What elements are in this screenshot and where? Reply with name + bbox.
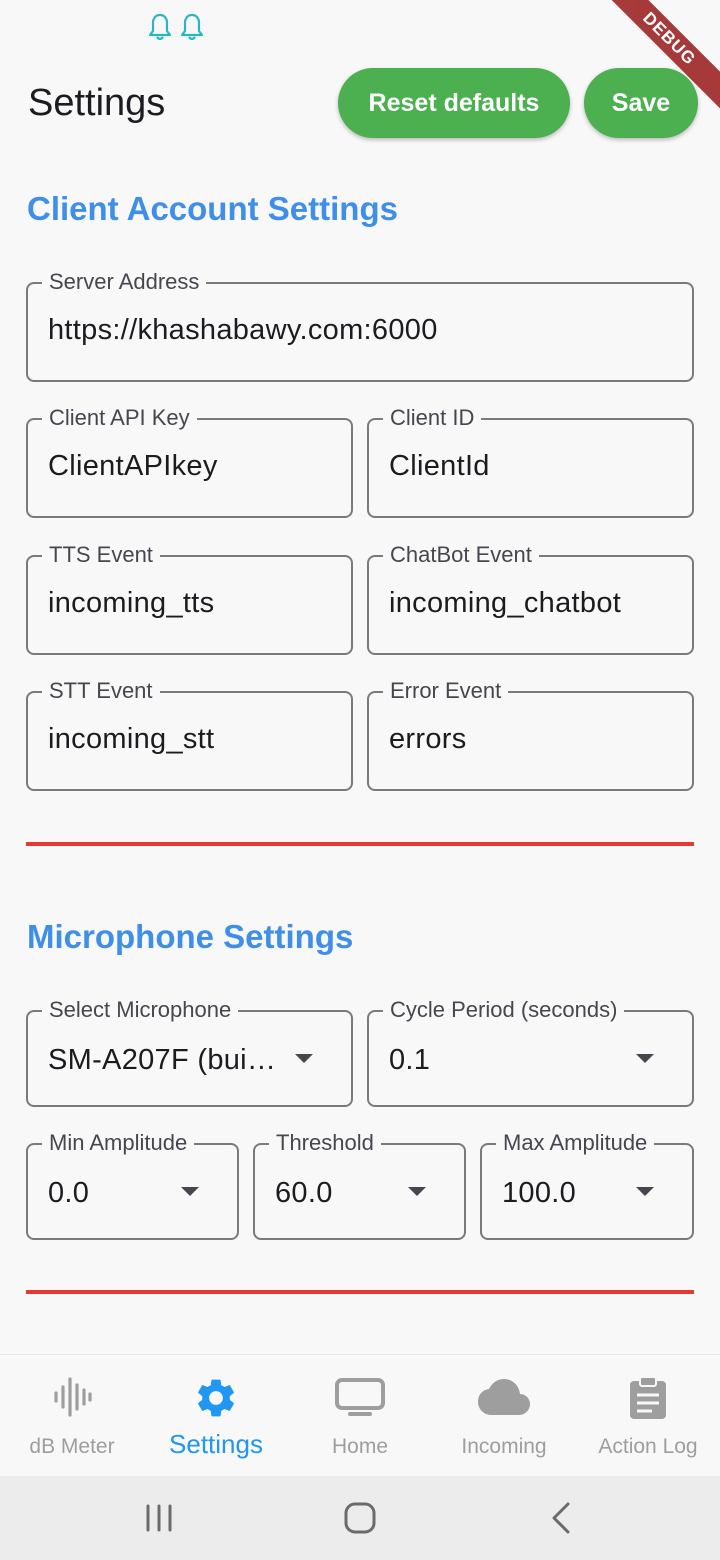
page-title: Settings xyxy=(28,82,166,124)
field-value: incoming_tts xyxy=(48,587,215,619)
field-value: 100.0 xyxy=(502,1177,577,1209)
field-value: 0.0 xyxy=(48,1177,90,1209)
dropdown-arrow-icon xyxy=(295,1054,313,1063)
app-header: Settings Reset defaults Save xyxy=(0,68,720,138)
dropdown-arrow-icon xyxy=(636,1187,654,1196)
field-value: errors xyxy=(389,723,467,755)
field-label: Server Address xyxy=(42,269,207,295)
field-label: Client API Key xyxy=(42,405,197,431)
nav-label: Incoming xyxy=(461,1435,547,1458)
bottom-navigation: dB Meter Settings Home Incoming Action L… xyxy=(0,1354,720,1476)
field-value: 0.1 xyxy=(389,1044,431,1076)
client-api-key-field[interactable]: Client API Key ClientAPIkey xyxy=(26,405,353,518)
section-divider xyxy=(26,1290,694,1294)
tts-event-field[interactable]: TTS Event incoming_tts xyxy=(26,542,353,655)
gear-icon xyxy=(198,1379,234,1417)
field-value: ClientAPIkey xyxy=(48,450,218,482)
reset-defaults-button[interactable]: Reset defaults xyxy=(338,68,570,138)
cloud-icon xyxy=(478,1379,530,1415)
nav-item-home[interactable]: Home xyxy=(288,1355,432,1477)
graphic-eq-icon xyxy=(54,1377,92,1417)
nav-item-settings[interactable]: Settings xyxy=(144,1355,288,1477)
nav-label: dB Meter xyxy=(29,1435,115,1458)
nav-label: Settings xyxy=(169,1429,263,1459)
nav-item-action-log[interactable]: Action Log xyxy=(576,1355,720,1477)
nav-label: Home xyxy=(331,1435,389,1458)
nav-item-incoming[interactable]: Incoming xyxy=(432,1355,576,1477)
min-amplitude-dropdown[interactable]: Min Amplitude 0.0 xyxy=(26,1130,239,1240)
field-label: TTS Event xyxy=(42,542,160,568)
section-divider xyxy=(26,842,694,846)
field-value: incoming_chatbot xyxy=(389,587,622,619)
dropdown-arrow-icon xyxy=(181,1187,199,1196)
home-icon[interactable] xyxy=(342,1500,378,1536)
recent-apps-icon[interactable] xyxy=(142,1500,176,1536)
bell-icon xyxy=(148,13,172,41)
field-label: ChatBot Event xyxy=(383,542,539,568)
max-amplitude-dropdown[interactable]: Max Amplitude 100.0 xyxy=(480,1130,694,1240)
field-value: 60.0 xyxy=(275,1177,333,1209)
field-label: Cycle Period (seconds) xyxy=(383,997,625,1023)
dropdown-arrow-icon xyxy=(408,1187,426,1196)
chatbot-event-field[interactable]: ChatBot Event incoming_chatbot xyxy=(367,542,694,655)
back-icon[interactable] xyxy=(546,1500,576,1536)
save-button[interactable]: Save xyxy=(584,68,698,138)
nav-label: Action Log xyxy=(598,1435,698,1458)
section-title-client-account: Client Account Settings xyxy=(27,190,398,227)
system-navigation-bar xyxy=(0,1476,720,1560)
field-value: https://khashabawy.com:6000 xyxy=(48,314,438,346)
select-microphone-dropdown[interactable]: Select Microphone SM-A207F (built-in) xyxy=(26,997,353,1107)
field-value: SM-A207F (built-in) xyxy=(48,1044,281,1076)
field-label: Select Microphone xyxy=(42,997,239,1023)
nav-item-db-meter[interactable]: dB Meter xyxy=(0,1355,144,1477)
clipboard-icon xyxy=(630,1376,666,1419)
dropdown-arrow-icon xyxy=(636,1054,654,1063)
field-label: Min Amplitude xyxy=(42,1130,195,1156)
cycle-period-dropdown[interactable]: Cycle Period (seconds) 0.1 xyxy=(367,997,694,1107)
field-value: incoming_stt xyxy=(48,723,215,755)
field-label: Threshold xyxy=(269,1130,381,1156)
client-id-field[interactable]: Client ID ClientId xyxy=(367,405,694,518)
field-label: STT Event xyxy=(42,678,160,704)
threshold-dropdown[interactable]: Threshold 60.0 xyxy=(253,1130,466,1240)
field-label: Max Amplitude xyxy=(496,1130,655,1156)
field-label: Error Event xyxy=(383,678,509,704)
tv-icon xyxy=(335,1378,385,1416)
server-address-field[interactable]: Server Address https://khashabawy.com:60… xyxy=(26,269,694,382)
status-bar: DEBUG xyxy=(0,0,720,116)
section-title-microphone: Microphone Settings xyxy=(27,918,354,955)
field-label: Client ID xyxy=(383,405,482,431)
error-event-field[interactable]: Error Event errors xyxy=(367,678,694,791)
field-value: ClientId xyxy=(389,450,490,482)
stt-event-field[interactable]: STT Event incoming_stt xyxy=(26,678,353,791)
bell-icon xyxy=(180,13,204,41)
